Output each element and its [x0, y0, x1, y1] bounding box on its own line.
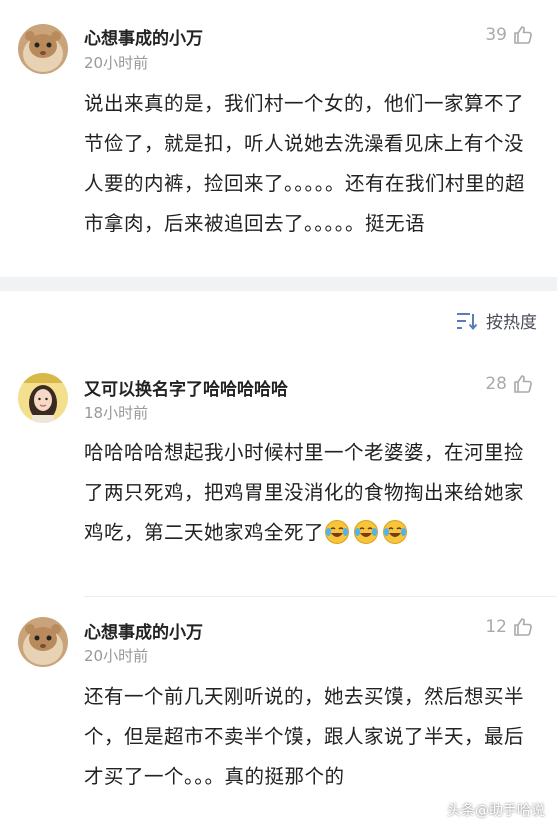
comment-item: 又可以换名字了哈哈哈哈哈 18小时前 28 哈哈哈哈想起我小时候村里一个老婆婆，… [0, 355, 557, 590]
like-count: 28 [485, 374, 507, 394]
like-button[interactable]: 28 [485, 374, 533, 394]
sort-icon [457, 312, 478, 330]
thumbs-up-icon [514, 375, 532, 393]
comment-time: 20小时前 [84, 54, 149, 72]
thumbs-up-icon [514, 618, 532, 636]
comment-item: 心想事成的小万 20小时前 39 说出来真的是，我们村一个女的，他们一家算不了节… [0, 0, 557, 277]
like-button[interactable]: 39 [485, 25, 533, 45]
hamster-avatar-image [18, 617, 68, 667]
sort-by-hot-button[interactable]: 按热度 [456, 308, 537, 333]
comment-username[interactable]: 又可以换名字了哈哈哈哈哈 [84, 375, 288, 400]
comment-text: 说出来真的是，我们村一个女的，他们一家算不了节俭了，就是扣，听人说她去洗澡看见床… [84, 92, 526, 235]
laughing-crying-emoji-icon [383, 520, 408, 544]
comment-time: 18小时前 [84, 404, 149, 422]
thumbs-up-icon [514, 26, 532, 44]
hamster-avatar-image [18, 24, 68, 74]
comment-username[interactable]: 心想事成的小万 [84, 24, 203, 49]
comment-text: 还有一个前几天刚听说的，她去买馍，然后想买半个，但是超市不卖半个馍，跟人家说了半… [84, 685, 525, 788]
like-count: 39 [485, 25, 507, 45]
like-count: 12 [485, 617, 507, 637]
girl-avatar-image [18, 373, 68, 423]
comment-username[interactable]: 心想事成的小万 [84, 618, 203, 643]
sort-label: 按热度 [486, 313, 537, 333]
laughing-crying-emoji-icon [354, 520, 379, 544]
comment-text-content: 哈哈哈哈想起我小时候村里一个老婆婆，在河里捡了两只死鸡，把鸡胃里没消化的食物掏出… [84, 441, 525, 544]
avatar-girl[interactable] [18, 373, 68, 423]
laughing-crying-emoji-icon [325, 520, 350, 544]
section-divider [0, 277, 557, 291]
comment-text: 哈哈哈哈想起我小时候村里一个老婆婆，在河里捡了两只死鸡，把鸡胃里没消化的食物掏出… [84, 433, 534, 553]
comment-item: 心想事成的小万 20小时前 12 还有一个前几天刚听说的，她去买馍，然后想买半个… [0, 597, 557, 828]
avatar-hamster[interactable] [18, 617, 68, 667]
comment-feed: 心想事成的小万 20小时前 39 说出来真的是，我们村一个女的，他们一家算不了节… [0, 0, 557, 828]
laughing-crying-emoji-group [324, 520, 411, 544]
avatar-hamster[interactable] [18, 24, 68, 74]
watermark: 头条@助手哈说 [447, 803, 545, 819]
like-button[interactable]: 12 [485, 617, 533, 637]
comment-time: 20小时前 [84, 647, 149, 665]
